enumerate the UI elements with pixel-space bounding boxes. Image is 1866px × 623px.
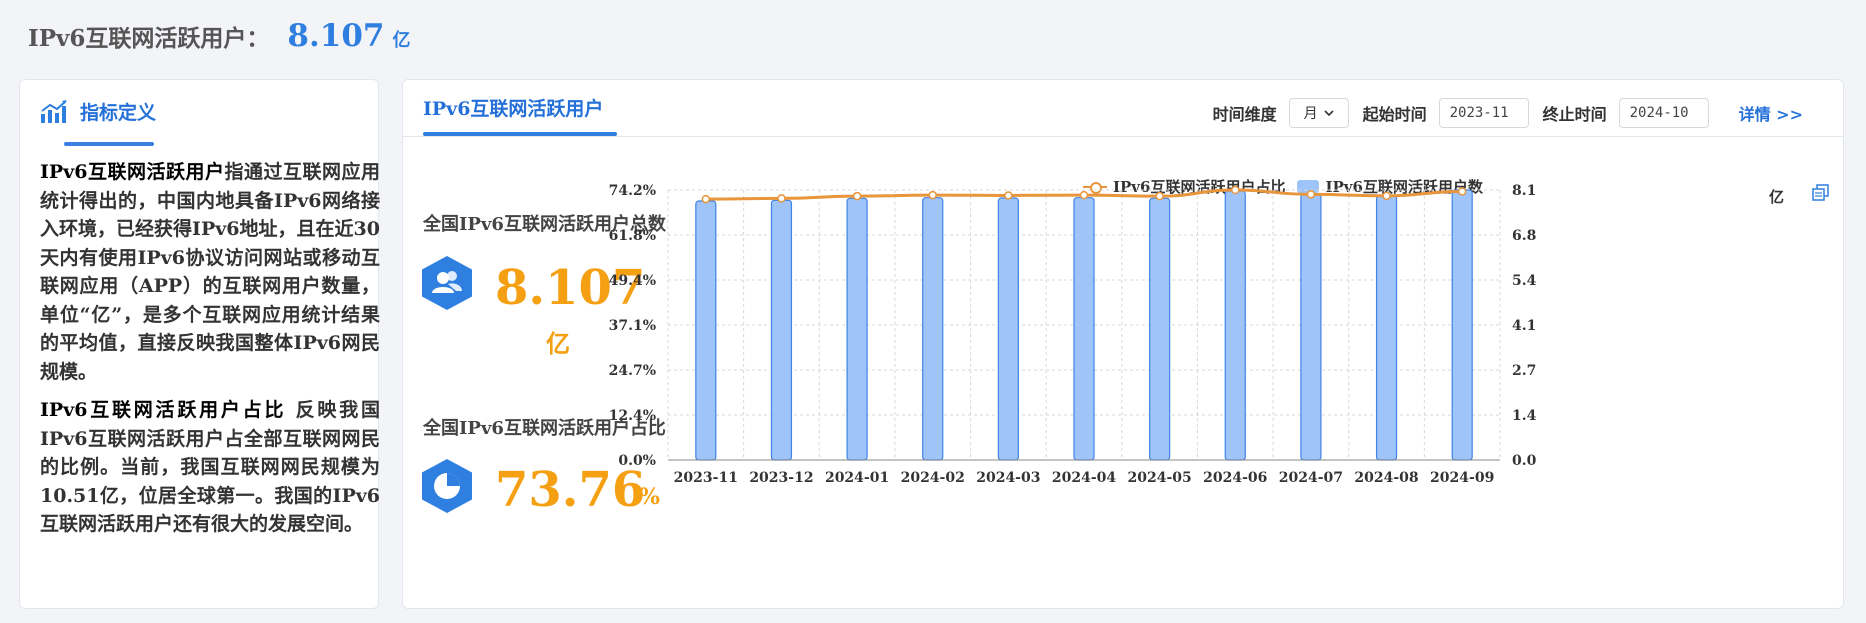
x-tick-label: 2024-05 [1128, 470, 1192, 486]
combo-chart: 0.0% 0.0 12.4% 1.4 24.7% 2.7 37.1% 4.1 49.4% 5.4 6… [609, 183, 1829, 486]
right-tick-label: 4.1 [1512, 318, 1536, 334]
x-tick-label: 2023-11 [674, 470, 738, 486]
page-title-label: IPv6互联网活跃用户： [28, 25, 270, 52]
page-title-value: 8.107 [287, 18, 385, 54]
x-tick-label: 2024-01 [825, 470, 889, 486]
x-tick-label: 2024-09 [1430, 470, 1494, 486]
definition-term-2: IPv6互联网活跃用户占比 [40, 399, 287, 421]
bar-2023-12 [770, 199, 793, 461]
definition-text-1: 指通过互联网应用统计得出的，中国内地具备IPv6网络接入环境，已经获得IPv6地… [40, 161, 380, 383]
ratio-point-2024-05 [1155, 191, 1164, 201]
ratio-point-2024-09 [1457, 187, 1467, 196]
x-tick-label: 2024-06 [1203, 470, 1267, 486]
bar-2023-11 [695, 200, 717, 461]
ratio-point-2024-02 [928, 190, 937, 200]
ratio-point-2023-11 [701, 194, 711, 204]
x-tick-label: 2023-12 [749, 470, 813, 486]
left-tick-label: 0.0% [618, 453, 656, 469]
left-tick-label: 37.1% [609, 318, 656, 334]
definition-term-1: IPv6互联网活跃用户 [40, 161, 225, 183]
bar-2024-08 [1375, 194, 1398, 461]
trend-chart-icon [41, 99, 67, 123]
left-tick-label: 12.4% [609, 408, 656, 424]
definition-paragraph-1: IPv6互联网活跃用户指通过互联网应用统计得出的，中国内地具备IPv6网络接入环… [40, 158, 380, 386]
x-tick-label: 2024-02 [901, 470, 965, 486]
ratio-point-2023-12 [777, 194, 786, 203]
left-tick-label: 49.4% [609, 273, 656, 289]
definition-paragraph-2: IPv6互联网活跃用户占比 反映我国IPv6互联网活跃用户占全部互联网网民的比例… [40, 396, 380, 539]
bar-2024-01 [846, 197, 868, 461]
bar-2024-05 [1149, 197, 1171, 461]
bar-2024-06 [1224, 190, 1246, 461]
right-tick-label: 5.4 [1512, 273, 1537, 289]
ratio-point-2024-06 [1231, 185, 1240, 195]
left-tick-label: 61.8% [609, 228, 656, 244]
definition-card: 指标定义 IPv6互联网活跃用户指通过互联网应用统计得出的，中国内地具备IPv6… [19, 79, 380, 609]
right-tick-label: 0.0 [1512, 453, 1537, 469]
right-tick-label: 2.7 [1512, 363, 1536, 379]
definition-title-underline [64, 142, 154, 146]
right-tick-label: 6.8 [1512, 228, 1536, 244]
right-axis-unit: 亿 [1769, 188, 1784, 206]
bar-2024-02 [922, 197, 944, 461]
save-image-icon[interactable] [1812, 184, 1829, 201]
x-tick-label: 2024-04 [1052, 470, 1117, 486]
definition-title: 指标定义 [80, 102, 157, 124]
x-tick-label: 2024-08 [1354, 470, 1418, 486]
bar-2024-07 [1300, 193, 1322, 461]
chart-axes: 0.0% 0.0 12.4% 1.4 24.7% 2.7 37.1% 4.1 49.4% 5.4 6… [609, 183, 1537, 486]
x-tick-label: 2024-03 [976, 470, 1040, 486]
ratio-point-2024-07 [1306, 190, 1316, 199]
x-tick-label: 2024-07 [1279, 470, 1343, 486]
page-title: IPv6互联网活跃用户： 8.107 亿 [28, 18, 411, 54]
definition-header: 指标定义 [40, 98, 156, 125]
ratio-point-2024-01 [852, 191, 862, 201]
bar-2024-04 [1073, 197, 1095, 461]
bar-2024-09 [1451, 189, 1473, 461]
definition-body: IPv6互联网活跃用户指通过互联网应用统计得出的，中国内地具备IPv6网络接入环… [40, 158, 380, 549]
bar-2024-03 [997, 197, 1019, 461]
page-title-unit: 亿 [392, 30, 411, 51]
chart-panel: IPv6互联网活跃用户 时间维度 月 起始时间 2023-11 终止时间 202… [402, 79, 1844, 609]
ratio-point-2024-08 [1382, 191, 1391, 201]
left-tick-label: 24.7% [609, 363, 656, 379]
left-tick-label: 74.2% [609, 183, 656, 199]
right-tick-label: 8.1 [1512, 183, 1536, 199]
ratio-point-2024-04 [1079, 190, 1089, 200]
right-tick-label: 1.4 [1512, 408, 1537, 424]
ratio-point-2024-03 [1004, 191, 1013, 200]
